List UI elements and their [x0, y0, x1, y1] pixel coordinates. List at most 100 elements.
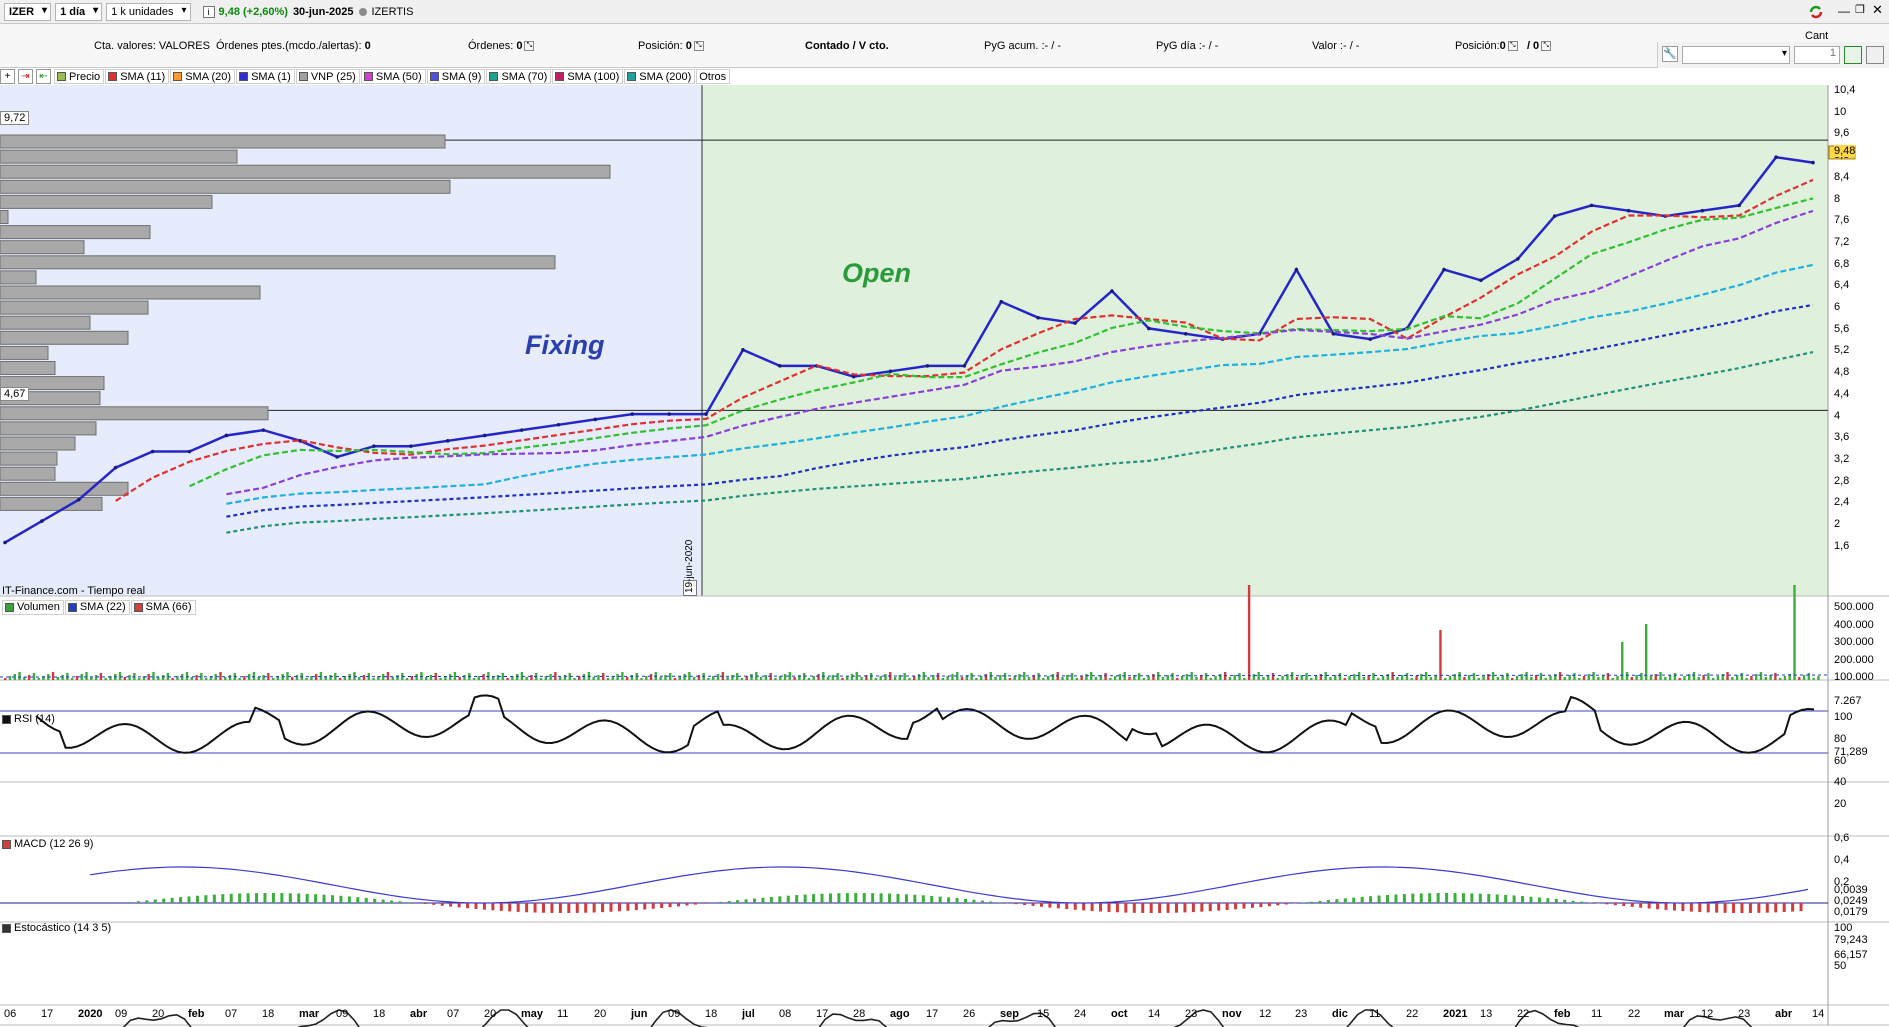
legend-item[interactable]: VNP (25) — [295, 69, 360, 84]
volume-bar — [257, 677, 260, 680]
macd-histogram-bar — [491, 903, 495, 911]
macd-histogram-bar — [938, 896, 942, 903]
legend-otros[interactable]: Otros — [696, 69, 731, 84]
volume-bar — [372, 678, 375, 680]
zoom-icon[interactable]: ⤡ — [693, 41, 704, 52]
price-point — [224, 433, 229, 438]
macd-histogram-bar — [1183, 903, 1187, 913]
info-icon[interactable]: i — [202, 5, 215, 18]
volume-bar — [61, 675, 64, 680]
price-point — [1183, 331, 1188, 336]
buy-button[interactable] — [1844, 46, 1862, 64]
volume-bar — [1042, 678, 1045, 680]
macd-histogram-bar — [1571, 900, 1575, 903]
x-axis-tick: 11 — [1591, 1008, 1603, 1020]
legend-item[interactable]: SMA (200) — [624, 69, 696, 84]
volume-bar — [1525, 672, 1528, 680]
macd-value-label: 0,0179 — [1834, 906, 1868, 918]
refresh-icon[interactable] — [1808, 4, 1824, 20]
macd-histogram-bar — [1613, 903, 1617, 906]
stoch-value-label: 66,157 — [1834, 949, 1868, 961]
add-indicator-icon[interactable]: + — [0, 69, 15, 84]
vnp-bar — [0, 466, 56, 481]
interval-select[interactable]: 1 día — [55, 2, 103, 21]
volume-bar — [1051, 674, 1055, 680]
wrench-icon[interactable]: 🔧 — [1662, 46, 1678, 62]
cant-input[interactable]: 1 — [1794, 46, 1840, 64]
volume-bar — [1726, 672, 1729, 680]
stoch-y-tick: 100 — [1834, 922, 1853, 934]
volume-bar — [386, 672, 390, 680]
price-point — [925, 364, 930, 368]
legend-item[interactable]: SMA (9) — [426, 69, 486, 84]
zoom-icon[interactable]: ⤡ — [1541, 41, 1552, 52]
units-select[interactable]: 1 k unidades — [106, 2, 191, 21]
export-icon[interactable]: ⇤ — [36, 69, 51, 84]
symbol-select[interactable]: IZER — [4, 2, 52, 21]
volume-bar — [4, 678, 7, 680]
macd-histogram-bar — [1293, 903, 1297, 904]
volume-legend-item[interactable]: SMA (66) — [130, 599, 196, 615]
volume-bar — [1597, 677, 1600, 680]
legend-item[interactable]: Precio — [54, 69, 105, 84]
volume-bar — [941, 678, 945, 680]
volume-y-tick: 300.000 — [1834, 636, 1874, 648]
volume-bar — [1793, 585, 1796, 680]
y-axis-tick: 2,4 — [1834, 496, 1850, 509]
legend-item[interactable]: SMA (100) — [552, 69, 624, 84]
volume-bar — [1377, 678, 1380, 680]
volume-bar — [908, 678, 911, 680]
volume-bar — [1707, 673, 1710, 680]
account-select[interactable]: ▾ — [1682, 46, 1790, 64]
chart-area[interactable] — [0, 85, 1889, 1027]
volume-bar — [1511, 678, 1514, 680]
volume-bar — [621, 672, 624, 680]
legend-item[interactable]: SMA (20) — [170, 69, 236, 84]
macd-histogram-bar — [795, 895, 799, 903]
macd-histogram-bar — [1529, 896, 1533, 903]
volume-bar — [549, 674, 552, 680]
legend-item[interactable]: SMA (70) — [486, 69, 552, 84]
volume-bar — [482, 674, 485, 680]
x-axis-tick: abr — [410, 1008, 428, 1020]
x-axis-tick: 13 — [1480, 1008, 1493, 1020]
restore-icon[interactable]: ❐ — [1855, 3, 1865, 16]
macd-histogram-bar — [651, 903, 655, 909]
volume-bar — [1400, 675, 1404, 680]
macd-histogram-bar — [331, 895, 334, 903]
close-icon[interactable]: ✕ — [1872, 2, 1883, 18]
zoom-icon[interactable]: ⤡ — [524, 41, 535, 52]
volume-bar — [1405, 673, 1409, 680]
zoom-icon[interactable]: ⤡ — [1507, 41, 1518, 52]
legend-label: SMA (200) — [639, 70, 692, 83]
volume-bar — [185, 672, 189, 680]
volume-legend-item[interactable]: Volumen — [2, 599, 64, 615]
volume-bar — [1271, 673, 1275, 680]
macd-histogram-bar — [1546, 898, 1550, 903]
sell-button[interactable] — [1866, 46, 1884, 64]
volume-bar — [879, 676, 882, 680]
legend-item[interactable]: SMA (50) — [360, 69, 426, 84]
ordenes: Órdenes: 0 ⤡ — [468, 40, 535, 52]
volume-bar — [1276, 678, 1279, 680]
macd-histogram-bar — [1428, 893, 1432, 903]
macd-histogram-bar — [238, 893, 242, 903]
macd-histogram-bar — [854, 893, 858, 903]
volume-bar — [1314, 676, 1318, 680]
volume-bar — [707, 678, 710, 680]
volume-bar — [750, 674, 753, 680]
legend-item[interactable]: SMA (1) — [236, 69, 295, 84]
remove-icon[interactable]: ⇥ — [18, 69, 33, 84]
quote-date: 30-jun-2025 — [292, 5, 354, 18]
legend-item[interactable]: SMA (11) — [105, 69, 170, 84]
macd-histogram-bar — [828, 893, 832, 903]
volume-bar — [1161, 677, 1165, 680]
x-axis-tick: nov — [1222, 1008, 1242, 1020]
macd-histogram-bar — [820, 893, 824, 903]
minimize-icon[interactable]: — — [1838, 4, 1850, 18]
volume-bar — [1439, 630, 1442, 680]
macd-histogram-bar — [179, 897, 183, 903]
volume-legend-item[interactable]: SMA (22) — [64, 599, 130, 615]
macd-histogram-bar — [466, 903, 470, 909]
macd-histogram-bar — [1048, 903, 1052, 908]
